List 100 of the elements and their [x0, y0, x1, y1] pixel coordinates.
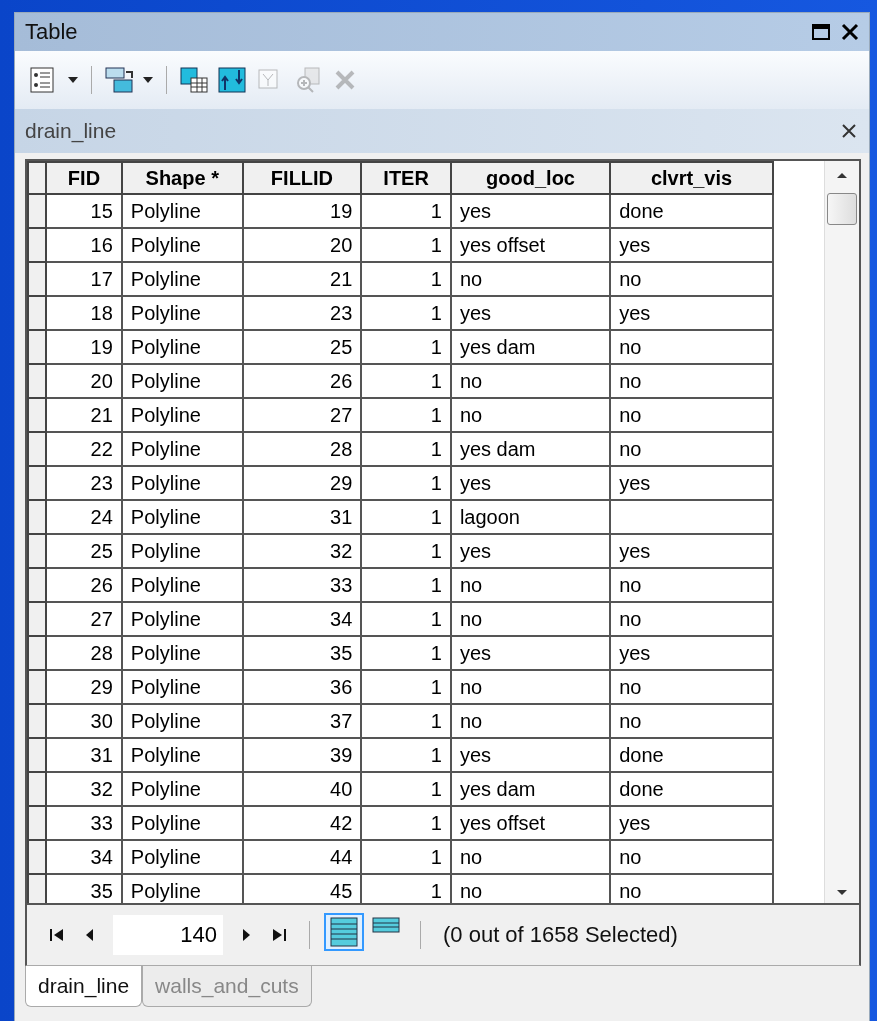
table-cell: no	[610, 670, 773, 704]
table-cell: 36	[242, 670, 362, 704]
table-cell: Polyline	[121, 806, 243, 840]
table-cell: 21	[46, 398, 122, 432]
table-cell: 40	[242, 772, 362, 806]
table-cell: Polyline	[121, 228, 243, 262]
table-cell: yes	[610, 466, 773, 500]
table-cell: yes	[610, 806, 773, 840]
table-cell: yes dam	[450, 432, 611, 466]
close-icon[interactable]	[841, 123, 857, 139]
row-selector[interactable]	[28, 330, 47, 364]
table-cell: 1	[361, 296, 451, 330]
column-header[interactable]: Shape *	[121, 162, 243, 194]
table-tab[interactable]: drain_line	[25, 966, 143, 1007]
table-rows-icon	[330, 917, 358, 947]
table-cell: yes	[610, 296, 773, 330]
column-header[interactable]: ITER	[361, 162, 451, 194]
table-select-icon[interactable]	[179, 66, 209, 94]
table-cell: no	[450, 840, 611, 874]
window-title: Table	[25, 19, 78, 45]
scroll-thumb[interactable]	[827, 193, 857, 225]
table-cell: Polyline	[121, 364, 243, 398]
row-selector[interactable]	[28, 194, 47, 228]
table-cell: yes dam	[450, 330, 611, 364]
table-cell: Polyline	[121, 840, 243, 874]
table-cell: no	[610, 602, 773, 636]
column-header[interactable]: good_loc	[450, 162, 611, 194]
table-cell: Polyline	[121, 500, 243, 534]
dropdown-icon[interactable]	[142, 76, 154, 84]
scroll-up-icon[interactable]	[836, 171, 848, 179]
row-selector[interactable]	[28, 670, 47, 704]
scrollbar[interactable]	[824, 161, 859, 903]
table-cell: 1	[361, 772, 451, 806]
row-selector-header[interactable]	[28, 162, 47, 194]
table-cell: 32	[46, 772, 122, 806]
row-selector[interactable]	[28, 738, 47, 772]
table-cell: yes	[450, 636, 611, 670]
table-cell: done	[610, 738, 773, 772]
row-selector[interactable]	[28, 466, 47, 500]
table-cell: 30	[46, 704, 122, 738]
table-cell: Polyline	[121, 636, 243, 670]
scroll-down-icon[interactable]	[836, 889, 848, 897]
row-selector[interactable]	[28, 874, 47, 903]
table-cell: 17	[46, 262, 122, 296]
related-tables-icon[interactable]	[104, 66, 134, 94]
table-cell: 37	[242, 704, 362, 738]
table-cell: no	[450, 670, 611, 704]
table-cell: 42	[242, 806, 362, 840]
table-cell: no	[610, 840, 773, 874]
row-selector[interactable]	[28, 602, 47, 636]
table-rows-icon	[372, 917, 400, 933]
row-selector[interactable]	[28, 636, 47, 670]
row-selector[interactable]	[28, 228, 47, 262]
record-field[interactable]: 140	[113, 915, 223, 955]
switch-selection-icon[interactable]	[217, 66, 247, 94]
row-selector[interactable]	[28, 534, 47, 568]
row-selector[interactable]	[28, 262, 47, 296]
row-selector[interactable]	[28, 568, 47, 602]
dropdown-icon[interactable]	[67, 76, 79, 84]
column-header[interactable]: FID	[46, 162, 122, 194]
table-cell: 20	[242, 228, 362, 262]
table-cell: 24	[46, 500, 122, 534]
first-record-icon[interactable]	[49, 927, 65, 943]
table-cell: yes	[610, 636, 773, 670]
table-cell: no	[610, 568, 773, 602]
table-cell: 1	[361, 466, 451, 500]
table-cell: no	[450, 364, 611, 398]
table-cell: done	[610, 772, 773, 806]
table-cell: 1	[361, 636, 451, 670]
show-all-records-button[interactable]	[324, 913, 364, 951]
table-cell: 29	[46, 670, 122, 704]
row-selector[interactable]	[28, 704, 47, 738]
column-header[interactable]: FILLID	[242, 162, 362, 194]
table-cell: 1	[361, 330, 451, 364]
table-cell: yes	[450, 738, 611, 772]
table-cell: 23	[46, 466, 122, 500]
row-selector[interactable]	[28, 432, 47, 466]
table-cell: 19	[46, 330, 122, 364]
row-selector[interactable]	[28, 398, 47, 432]
maximize-icon[interactable]	[811, 22, 831, 42]
table-cell: 1	[361, 602, 451, 636]
row-selector[interactable]	[28, 806, 47, 840]
selection-status: (0 out of 1658 Selected)	[443, 922, 678, 948]
row-selector[interactable]	[28, 364, 47, 398]
table-cell: 27	[242, 398, 362, 432]
table-cell: yes offset	[450, 228, 611, 262]
table-cell: 1	[361, 568, 451, 602]
row-selector[interactable]	[28, 500, 47, 534]
row-selector[interactable]	[28, 840, 47, 874]
last-record-icon[interactable]	[271, 927, 287, 943]
table-cell: 1	[361, 262, 451, 296]
table-cell: 28	[242, 432, 362, 466]
row-selector[interactable]	[28, 772, 47, 806]
close-icon[interactable]	[841, 23, 859, 41]
table-cell: 1	[361, 194, 451, 228]
row-selector[interactable]	[28, 296, 47, 330]
table-cell: Polyline	[121, 398, 243, 432]
table-cell: no	[610, 364, 773, 398]
table-cell: done	[610, 194, 773, 228]
column-header[interactable]: clvrt_vis	[610, 162, 773, 194]
